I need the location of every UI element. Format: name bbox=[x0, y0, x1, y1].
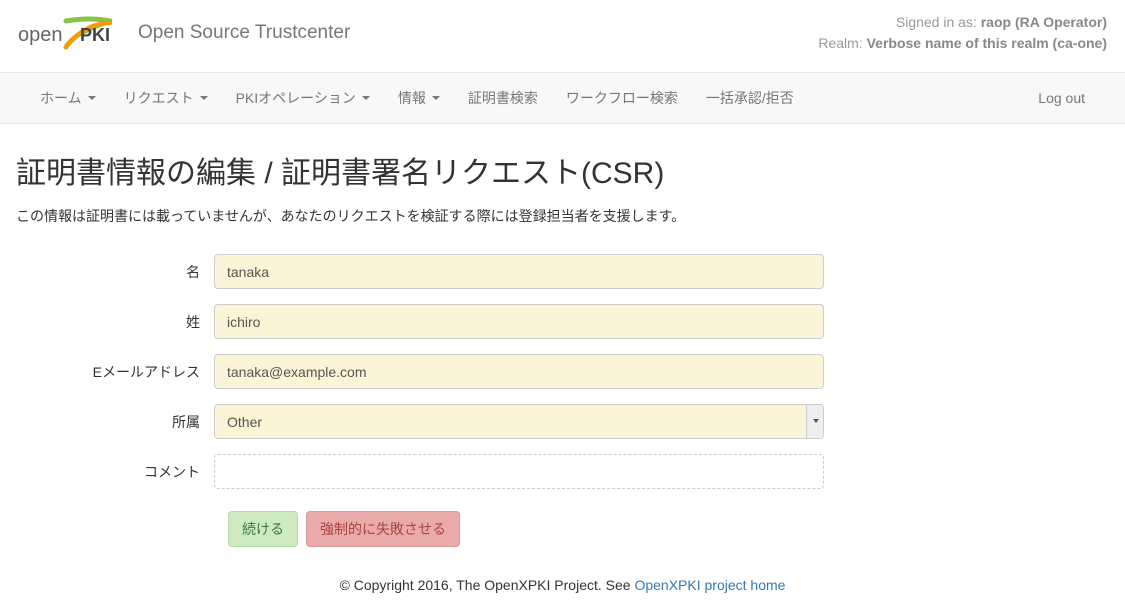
continue-button[interactable]: 続ける bbox=[228, 511, 298, 547]
header-meta: Signed in as: raop (RA Operator) Realm: … bbox=[818, 12, 1107, 54]
affiliation-select[interactable]: Other bbox=[214, 404, 824, 439]
logo-icon: open PKI bbox=[18, 13, 112, 53]
last-name-input[interactable] bbox=[214, 304, 824, 339]
first-name-input[interactable] bbox=[214, 254, 824, 289]
label-comment: コメント bbox=[16, 462, 214, 482]
form-row-comment: コメント bbox=[16, 454, 1109, 489]
nav-request[interactable]: リクエスト bbox=[110, 72, 222, 124]
footer-link[interactable]: OpenXPKI project home bbox=[634, 577, 785, 593]
comment-input[interactable] bbox=[214, 454, 824, 489]
brand-title: Open Source Trustcenter bbox=[138, 22, 350, 44]
chevron-down-icon bbox=[200, 96, 208, 100]
chevron-down-icon bbox=[432, 96, 440, 100]
nav-logout[interactable]: Log out bbox=[1024, 74, 1099, 122]
form-row-first-name: 名 bbox=[16, 254, 1109, 289]
label-first-name: 名 bbox=[16, 262, 214, 282]
content: 証明書情報の編集 / 証明書署名リクエスト(CSR) この情報は証明書には載って… bbox=[0, 124, 1125, 559]
realm-label: Realm: bbox=[818, 35, 866, 51]
header: open PKI Open Source Trustcenter Signed … bbox=[0, 0, 1125, 72]
nav-home-label: ホーム bbox=[40, 88, 82, 108]
nav-home[interactable]: ホーム bbox=[26, 72, 110, 124]
nav-bulk-approve[interactable]: 一括承認/拒否 bbox=[692, 72, 808, 124]
nav-cert-search[interactable]: 証明書検索 bbox=[454, 72, 552, 124]
chevron-down-icon bbox=[88, 96, 96, 100]
nav-pki-ops-label: PKIオペレーション bbox=[236, 88, 356, 108]
logo[interactable]: open PKI bbox=[18, 13, 112, 53]
page-title: 証明書情報の編集 / 証明書署名リクエスト(CSR) bbox=[16, 148, 1109, 192]
chevron-down-icon bbox=[362, 96, 370, 100]
footer-copyright: © Copyright 2016, The OpenXPKI Project. … bbox=[340, 577, 635, 593]
signed-in-label: Signed in as: bbox=[896, 14, 981, 30]
button-row: 続ける 強制的に失敗させる bbox=[214, 511, 1109, 547]
svg-text:open: open bbox=[18, 24, 63, 46]
form-row-last-name: 姓 bbox=[16, 304, 1109, 339]
svg-text:PKI: PKI bbox=[80, 25, 110, 45]
navbar: ホーム リクエスト PKIオペレーション 情報 証明書検索 ワークフロー検索 一… bbox=[0, 72, 1125, 124]
nav-info[interactable]: 情報 bbox=[384, 72, 454, 124]
form-row-email: Eメールアドレス bbox=[16, 354, 1109, 389]
nav-workflow-search[interactable]: ワークフロー検索 bbox=[552, 72, 692, 124]
label-email: Eメールアドレス bbox=[16, 362, 214, 382]
footer: © Copyright 2016, The OpenXPKI Project. … bbox=[0, 559, 1125, 613]
label-affiliation: 所属 bbox=[16, 412, 214, 432]
nav-request-label: リクエスト bbox=[124, 88, 194, 108]
form-row-affiliation: 所属 Other bbox=[16, 404, 1109, 439]
force-fail-button[interactable]: 強制的に失敗させる bbox=[306, 511, 460, 547]
nav-pki-ops[interactable]: PKIオペレーション bbox=[222, 72, 384, 124]
page-subtitle: この情報は証明書には載っていませんが、あなたのリクエストを検証する際には登録担当… bbox=[16, 206, 1109, 226]
signed-in-user: raop (RA Operator) bbox=[981, 14, 1107, 30]
realm-value: Verbose name of this realm (ca-one) bbox=[867, 35, 1107, 51]
email-input[interactable] bbox=[214, 354, 824, 389]
nav-info-label: 情報 bbox=[398, 88, 426, 108]
label-last-name: 姓 bbox=[16, 312, 214, 332]
